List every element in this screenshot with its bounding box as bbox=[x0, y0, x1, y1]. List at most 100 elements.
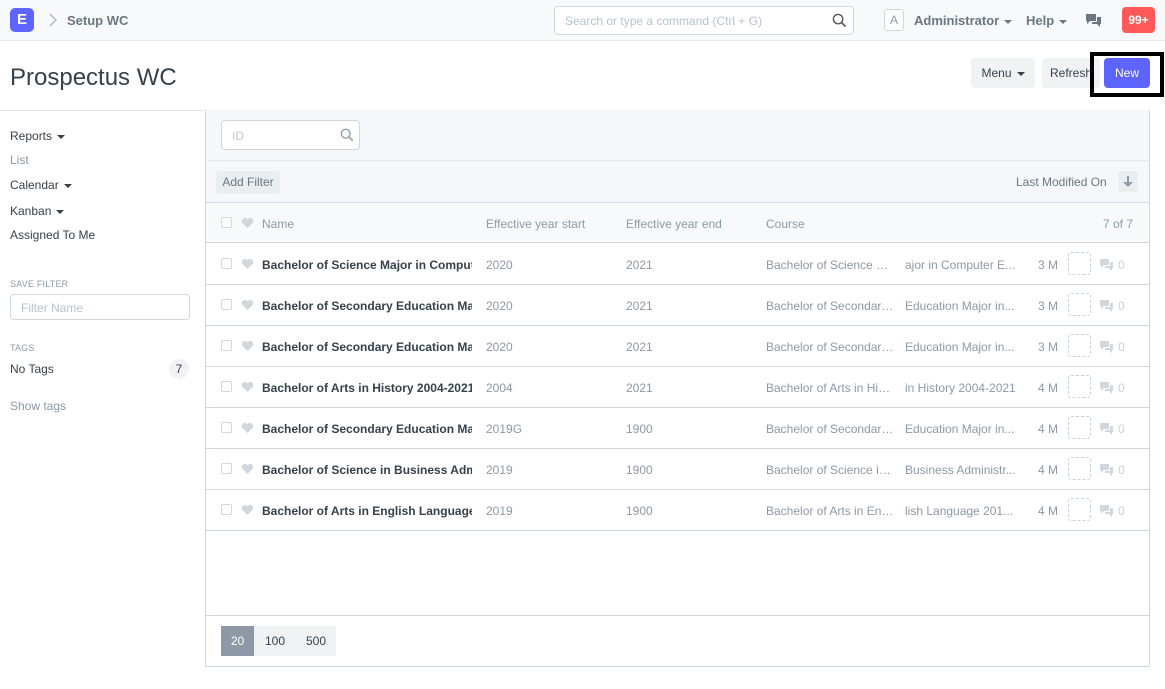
row-comment-count: 0 bbox=[1118, 504, 1125, 518]
comment-icon bbox=[1100, 259, 1113, 271]
row-modified: 3 M bbox=[1038, 258, 1059, 272]
column-header-start: Effective year start bbox=[486, 217, 586, 231]
filter-name-input[interactable]: Filter Name bbox=[10, 294, 190, 320]
notifications-badge[interactable]: 99+ bbox=[1122, 7, 1155, 33]
list-row[interactable]: Bachelor of Arts in English Language 2019… bbox=[206, 490, 1149, 531]
sidebar-item-calendar[interactable]: Calendar bbox=[10, 178, 72, 192]
sidebar-item-list[interactable]: List bbox=[10, 153, 29, 167]
row-course-title: lish Language 201... bbox=[905, 504, 1014, 518]
sidebar-item-label: Kanban bbox=[10, 204, 52, 218]
list-row[interactable]: Bachelor of Science in Business Administ… bbox=[206, 449, 1149, 490]
row-checkbox[interactable] bbox=[221, 340, 232, 351]
row-name-link[interactable]: Bachelor of Science in Business Administ… bbox=[262, 463, 472, 477]
record-count: 7 of 7 bbox=[1103, 217, 1134, 231]
assign-placeholder[interactable] bbox=[1068, 252, 1091, 275]
row-name-link[interactable]: Bachelor of Science Major in Computer bbox=[262, 258, 472, 272]
row-name-link[interactable]: Bachelor of Secondary Education Major bbox=[262, 340, 472, 354]
row-course: Bachelor of Arts in English Language 201… bbox=[766, 504, 894, 518]
heart-icon[interactable] bbox=[241, 299, 254, 311]
row-effective-end: 2021 bbox=[626, 340, 653, 354]
row-course: Bachelor of Secondary Education Major in… bbox=[766, 299, 894, 313]
heart-icon[interactable] bbox=[241, 258, 254, 270]
add-filter-button[interactable]: Add Filter bbox=[216, 171, 280, 194]
page-size-20-button[interactable]: 20 bbox=[221, 626, 254, 656]
help-menu[interactable]: Help bbox=[1026, 13, 1068, 28]
row-effective-start: 2020 bbox=[486, 340, 513, 354]
id-filter-input[interactable]: ID bbox=[221, 120, 360, 150]
row-name-link[interactable]: Bachelor of Arts in History 2004-2021 bbox=[262, 381, 472, 395]
row-modified: 4 M bbox=[1038, 381, 1059, 395]
app-logo[interactable]: E bbox=[10, 8, 34, 32]
list-row[interactable]: Bachelor of Arts in History 2004-2021 200… bbox=[206, 367, 1149, 408]
row-course-title: Education Major in... bbox=[905, 422, 1015, 436]
row-comment-count: 0 bbox=[1118, 463, 1125, 477]
list-row[interactable]: Bachelor of Secondary Education Major 202… bbox=[206, 326, 1149, 367]
search-placeholder: Search or type a command (Ctrl + G) bbox=[565, 14, 763, 28]
list-header: Name Effective year start Effective year… bbox=[206, 203, 1149, 243]
row-checkbox[interactable] bbox=[221, 504, 232, 515]
heart-icon[interactable] bbox=[241, 340, 254, 352]
id-placeholder: ID bbox=[232, 129, 244, 143]
row-checkbox[interactable] bbox=[221, 299, 232, 310]
avatar[interactable]: A bbox=[884, 9, 904, 31]
user-menu[interactable]: Administrator bbox=[914, 13, 1013, 28]
caret-down-icon bbox=[57, 134, 66, 139]
sort-order-button[interactable] bbox=[1118, 171, 1138, 192]
list-row[interactable]: Bachelor of Science Major in Computer 202… bbox=[206, 244, 1149, 285]
comment-icon bbox=[1100, 505, 1113, 517]
row-name-link[interactable]: Bachelor of Secondary Education Major bbox=[262, 422, 472, 436]
row-modified: 3 M bbox=[1038, 299, 1059, 313]
row-effective-end: 1900 bbox=[626, 422, 653, 436]
heart-icon[interactable] bbox=[241, 422, 254, 434]
list-row[interactable]: Bachelor of Secondary Education Major 201… bbox=[206, 408, 1149, 449]
column-header-course: Course bbox=[766, 217, 805, 231]
row-effective-end: 2021 bbox=[626, 258, 653, 272]
page-size-500-button[interactable]: 500 bbox=[296, 626, 336, 656]
heart-icon[interactable] bbox=[241, 217, 254, 229]
assign-placeholder[interactable] bbox=[1068, 293, 1091, 316]
new-button[interactable]: New bbox=[1104, 58, 1150, 88]
navbar: E Setup WC Search or type a command (Ctr… bbox=[0, 0, 1165, 41]
awesome-bar-search[interactable]: Search or type a command (Ctrl + G) bbox=[554, 6, 854, 35]
assign-placeholder[interactable] bbox=[1068, 375, 1091, 398]
row-checkbox[interactable] bbox=[221, 381, 232, 392]
sidebar-item-kanban[interactable]: Kanban bbox=[10, 204, 65, 218]
list-row[interactable]: Bachelor of Secondary Education Major 202… bbox=[206, 285, 1149, 326]
row-effective-start: 2004 bbox=[486, 381, 513, 395]
sort-selector[interactable]: Last Modified On bbox=[1016, 175, 1107, 189]
row-course-title: in History 2004-2021 bbox=[905, 381, 1016, 395]
assign-placeholder[interactable] bbox=[1068, 498, 1091, 521]
heart-icon[interactable] bbox=[241, 504, 254, 516]
filter-name-placeholder: Filter Name bbox=[21, 301, 84, 315]
comment-icon bbox=[1100, 300, 1113, 312]
row-modified: 4 M bbox=[1038, 463, 1059, 477]
list-frame: ID Add Filter Last Modified On Name Effe… bbox=[205, 110, 1150, 667]
tag-count-badge: 7 bbox=[169, 359, 189, 379]
row-name-link[interactable]: Bachelor of Secondary Education Major bbox=[262, 299, 472, 313]
row-effective-start: 2019 bbox=[486, 463, 513, 477]
chat-icon[interactable] bbox=[1085, 12, 1102, 28]
breadcrumb[interactable]: Setup WC bbox=[67, 13, 128, 28]
select-all-checkbox[interactable] bbox=[221, 217, 232, 228]
assign-placeholder[interactable] bbox=[1068, 457, 1091, 480]
row-checkbox[interactable] bbox=[221, 258, 232, 269]
row-effective-start: 2019 bbox=[486, 504, 513, 518]
page-size-100-button[interactable]: 100 bbox=[254, 626, 296, 656]
row-checkbox[interactable] bbox=[221, 422, 232, 433]
row-comment-count: 0 bbox=[1118, 258, 1125, 272]
row-checkbox[interactable] bbox=[221, 463, 232, 474]
assign-placeholder[interactable] bbox=[1068, 416, 1091, 439]
chevron-right-icon bbox=[49, 13, 58, 27]
menu-button[interactable]: Menu bbox=[971, 58, 1035, 88]
row-course: Bachelor of Science in Business Administ… bbox=[766, 463, 894, 477]
show-tags-link[interactable]: Show tags bbox=[10, 399, 66, 413]
heart-icon[interactable] bbox=[241, 381, 254, 393]
row-name-link[interactable]: Bachelor of Arts in English Language bbox=[262, 504, 472, 518]
row-effective-start: 2020 bbox=[486, 299, 513, 313]
sidebar-item-assigned-to-me[interactable]: Assigned To Me bbox=[10, 228, 95, 242]
assign-placeholder[interactable] bbox=[1068, 334, 1091, 357]
sidebar-item-no-tags[interactable]: No Tags bbox=[10, 362, 54, 376]
sidebar-item-reports[interactable]: Reports bbox=[10, 129, 66, 143]
heart-icon[interactable] bbox=[241, 463, 254, 475]
arrow-down-icon bbox=[1123, 176, 1133, 187]
